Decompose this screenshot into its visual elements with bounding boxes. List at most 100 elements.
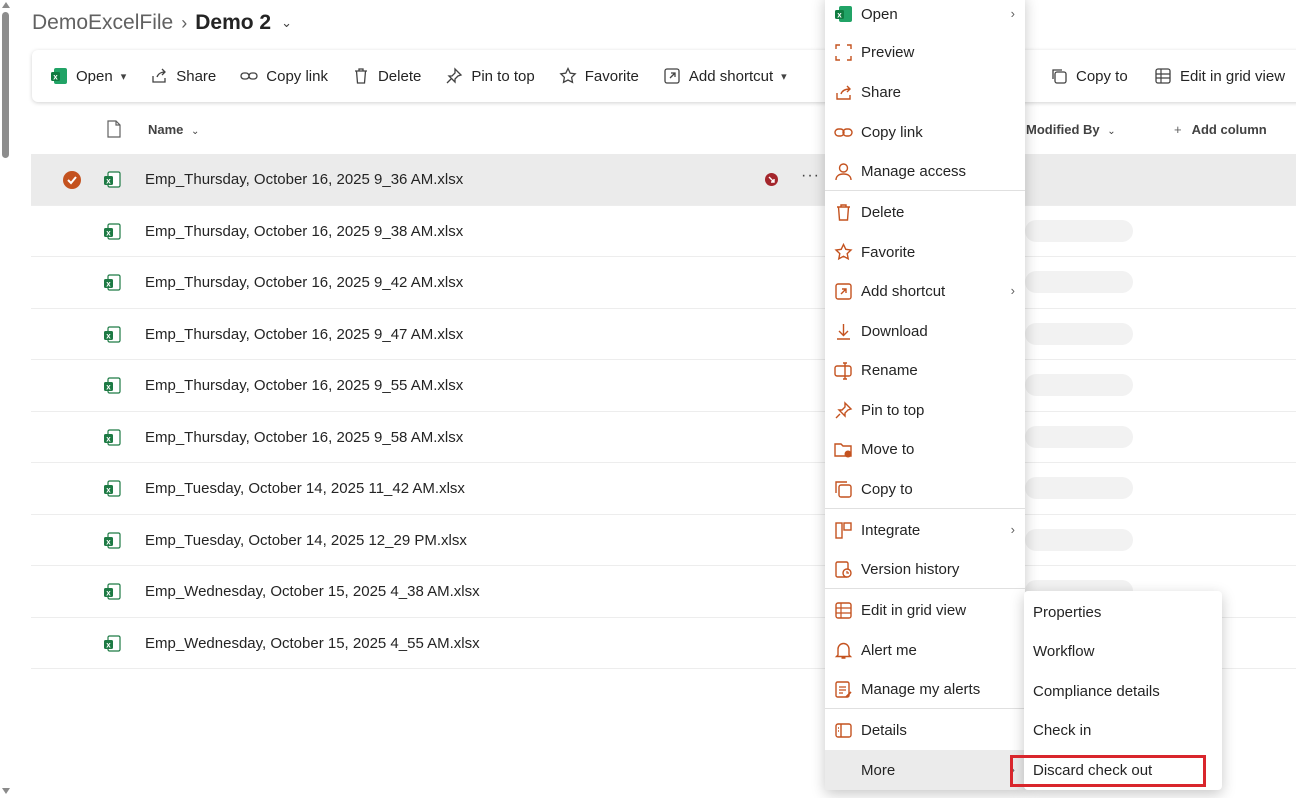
table-row[interactable]: x Emp_Tuesday, October 14, 2025 12_29 PM… [31,515,1296,566]
favorite-button[interactable]: Favorite [559,67,639,85]
menu-item-share[interactable]: Share [825,74,1025,110]
checked-out-icon [765,173,778,186]
menu-item-more[interactable]: More › [825,750,1025,790]
file-name[interactable]: Emp_Tuesday, October 14, 2025 12_29 PM.x… [145,532,467,549]
column-header-name[interactable]: Name ⌄ [148,122,199,137]
add-shortcut-button[interactable]: Add shortcut ▾ [663,67,787,85]
scroll-down-arrow[interactable] [2,788,10,794]
plus-icon: + [1174,122,1182,137]
more-actions-icon[interactable]: ··· [801,167,820,185]
file-name[interactable]: Emp_Thursday, October 16, 2025 9_38 AM.x… [145,223,463,240]
breadcrumb-root[interactable]: DemoExcelFile [32,11,173,35]
scroll-up-arrow[interactable] [2,2,10,8]
menu-add-shortcut-label: Add shortcut [861,282,946,300]
edit-grid-view-label: Edit in grid view [1180,67,1286,85]
menu-item-preview[interactable]: Preview [825,34,1025,70]
chevron-right-icon: › [1010,6,1015,21]
copy-link-button[interactable]: Copy link [240,67,328,85]
grid-icon [835,601,852,619]
excel-icon: x [835,5,852,22]
add-column-button[interactable]: + Add column [1174,122,1267,137]
add-shortcut-label: Add shortcut [688,67,774,85]
table-row[interactable]: x Emp_Tuesday, October 14, 2025 11_42 AM… [31,463,1296,515]
file-name[interactable]: Emp_Thursday, October 16, 2025 9_36 AM.x… [145,171,463,188]
chevron-down-icon[interactable]: ⌄ [281,15,292,31]
table-row[interactable]: x Emp_Thursday, October 16, 2025 9_36 AM… [31,154,1296,206]
copy-to-button[interactable]: Copy to [1050,50,1128,102]
menu-item-delete[interactable]: Delete [825,194,1025,230]
submenu-item-check-in[interactable]: Check in [1024,711,1222,749]
breadcrumb: DemoExcelFile › Demo 2 ⌄ [32,8,292,38]
menu-item-favorite[interactable]: Favorite [825,234,1025,270]
menu-item-copy-link[interactable]: Copy link [825,114,1025,150]
trash-icon [837,203,850,221]
menu-divider [825,588,1025,589]
modified-by-avatar [1025,374,1133,396]
table-row[interactable]: x Emp_Thursday, October 16, 2025 9_58 AM… [31,412,1296,463]
pin-icon [835,400,853,418]
menu-copy-link-label: Copy link [861,123,923,141]
excel-file-icon: x [104,171,121,188]
menu-item-move-to[interactable]: Move to [825,431,1025,467]
scrollbar-thumb[interactable] [2,12,9,158]
open-button[interactable]: x Open ▾ [50,67,126,85]
star-icon [559,67,577,84]
menu-item-manage-access[interactable]: Manage access [825,153,1025,189]
menu-item-rename[interactable]: Rename [825,352,1025,388]
column-header-modified-by[interactable]: Modified By ⌄ [1026,122,1116,137]
menu-details-label: Details [861,721,907,739]
menu-item-version-history[interactable]: Version history [825,551,1025,587]
svg-text:x: x [106,280,111,289]
menu-version-history-label: Version history [861,560,960,578]
excel-file-icon: x [104,274,121,291]
file-name[interactable]: Emp_Thursday, October 16, 2025 9_42 AM.x… [145,274,463,291]
file-name[interactable]: Emp_Wednesday, October 15, 2025 4_55 AM.… [145,635,480,652]
preview-icon [835,43,852,61]
submenu-item-properties[interactable]: Properties [1024,593,1222,631]
menu-item-open[interactable]: x Open › [825,0,1025,32]
file-name[interactable]: Emp_Thursday, October 16, 2025 9_47 AM.x… [145,326,463,343]
selected-check-icon[interactable] [63,171,81,189]
file-type-icon[interactable] [106,120,122,138]
submenu-item-compliance-details[interactable]: Compliance details [1024,672,1222,710]
breadcrumb-current[interactable]: Demo 2 [195,11,271,35]
delete-button[interactable]: Delete [352,67,421,85]
menu-divider [825,708,1025,709]
file-name[interactable]: Emp_Wednesday, October 15, 2025 4_38 AM.… [145,583,480,600]
open-label: Open [76,67,113,85]
menu-item-details[interactable]: Details [825,712,1025,748]
menu-rename-label: Rename [861,361,918,379]
edit-grid-view-button[interactable]: Edit in grid view [1154,50,1285,102]
share-icon [836,85,851,100]
menu-item-edit-grid-view[interactable]: Edit in grid view [825,592,1025,628]
table-row[interactable]: x Emp_Thursday, October 16, 2025 9_47 AM… [31,309,1296,360]
menu-item-alert-me[interactable]: Alert me [825,632,1025,668]
page-scrollbar[interactable] [0,0,12,798]
chevron-down-icon: ⌄ [191,126,200,137]
modified-by-avatar [1025,425,1133,448]
column-name-label: Name [148,122,184,137]
table-row[interactable]: x Emp_Thursday, October 16, 2025 9_55 AM… [31,360,1296,412]
menu-item-copy-to[interactable]: Copy to [825,471,1025,507]
menu-divider [825,508,1025,509]
table-row[interactable]: x Emp_Thursday, October 16, 2025 9_42 AM… [31,257,1296,309]
file-name[interactable]: Emp_Thursday, October 16, 2025 9_58 AM.x… [145,429,463,446]
svg-text:x: x [53,73,58,82]
copy-to-label: Copy to [1076,67,1128,85]
menu-download-label: Download [861,322,928,340]
modified-by-avatar [1025,528,1133,551]
menu-item-integrate[interactable]: Integrate › [825,512,1025,548]
file-name[interactable]: Emp_Tuesday, October 14, 2025 11_42 AM.x… [145,480,465,497]
pin-to-top-button[interactable]: Pin to top [445,67,535,85]
share-button[interactable]: Share [150,67,216,85]
table-row[interactable]: x Emp_Thursday, October 16, 2025 9_38 AM… [31,206,1296,257]
menu-item-add-shortcut[interactable]: Add shortcut › [825,273,1025,309]
chevron-down-icon: ▾ [120,70,127,83]
file-name[interactable]: Emp_Thursday, October 16, 2025 9_55 AM.x… [145,377,463,394]
menu-item-pin-to-top[interactable]: Pin to top [825,392,1025,428]
submenu-item-workflow[interactable]: Workflow [1024,632,1222,670]
command-bar: x Open ▾ Share Copy link Delete Pin to t… [32,50,1296,102]
menu-integrate-label: Integrate [861,521,921,539]
menu-item-download[interactable]: Download [825,313,1025,349]
menu-item-manage-my-alerts[interactable]: Manage my alerts [825,671,1025,707]
